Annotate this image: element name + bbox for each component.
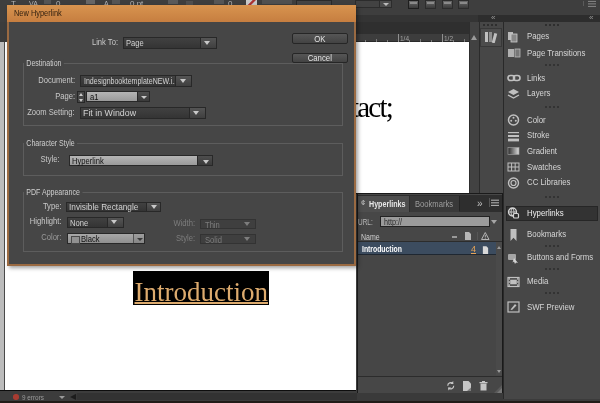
svg-text:1/4: 1/4 (400, 35, 409, 42)
svg-text:1/2: 1/2 (444, 35, 453, 42)
